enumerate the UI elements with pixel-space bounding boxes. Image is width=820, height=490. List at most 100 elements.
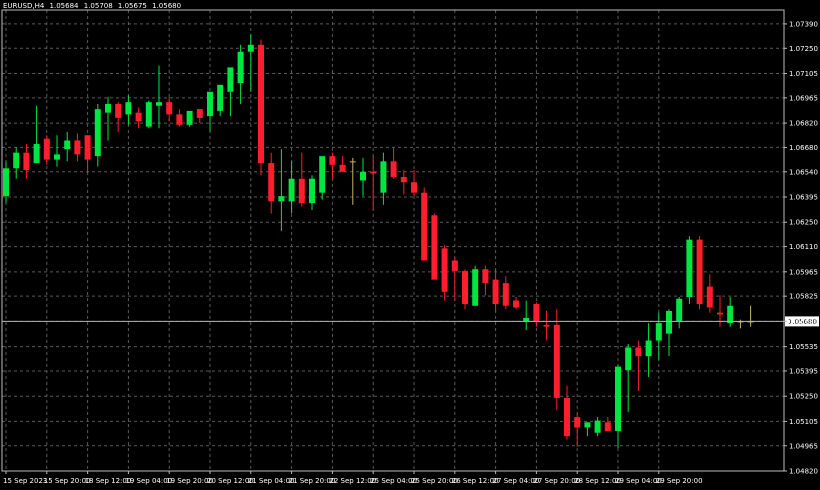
candle-body — [156, 102, 162, 106]
candle-body — [686, 239, 693, 298]
y-tick-label: 1.07250 — [789, 45, 818, 53]
candle-body — [625, 347, 632, 371]
y-tick-label: 1.05535 — [789, 343, 818, 351]
x-tick-label: 21 Sep 20:00 — [289, 477, 336, 485]
candle-body — [523, 317, 530, 322]
candle-body — [380, 161, 387, 193]
candle-body — [268, 163, 275, 202]
candle-body — [74, 140, 81, 155]
y-tick-label: 1.07105 — [789, 70, 818, 78]
open-value: 1.05684 — [49, 2, 79, 10]
candle-body — [115, 103, 122, 118]
x-tick-label: 20 Sep 12:00 — [207, 477, 254, 485]
x-tick-label: 26 Sep 12:00 — [452, 477, 499, 485]
x-tick-label: 25 Sep 20:00 — [411, 477, 458, 485]
candle-body — [360, 171, 366, 181]
candle-body — [462, 270, 468, 304]
candle-body — [64, 140, 71, 150]
candle-body — [543, 324, 550, 327]
candle-body — [482, 269, 489, 284]
candle-body — [390, 161, 397, 178]
candle-body — [43, 138, 50, 160]
symbol-header: EURUSD,H4 1.05684 1.05708 1.05675 1.0568… — [3, 2, 184, 10]
x-tick-label: 27 Sep 20:00 — [533, 477, 580, 485]
y-tick-label: 1.06110 — [789, 243, 818, 251]
candle-body — [717, 312, 723, 315]
candle-body — [451, 260, 458, 271]
candle-body — [411, 182, 417, 193]
candle-body — [502, 283, 509, 306]
candle-body — [584, 422, 591, 428]
candle-body — [94, 109, 101, 157]
candle — [421, 187, 428, 261]
x-tick-label: 18 Sep 12:00 — [85, 477, 132, 485]
candle-body — [309, 178, 315, 204]
candle-body — [349, 161, 356, 163]
candle-body — [533, 303, 540, 322]
y-tick-label: 1.05105 — [789, 418, 818, 426]
candle — [472, 265, 479, 306]
y-tick-label: 1.07390 — [789, 20, 818, 28]
candle-body — [441, 248, 448, 292]
candle — [696, 236, 703, 310]
candle-body — [676, 298, 683, 322]
candle-body — [186, 110, 193, 125]
x-tick-label: 21 Sep 04:00 — [248, 477, 295, 485]
y-tick-label: 1.05680 — [789, 318, 818, 326]
y-tick-label: 1.06395 — [789, 194, 818, 202]
candle-body — [247, 44, 254, 52]
x-tick-label: 28 Sep 12:00 — [574, 477, 621, 485]
candle-body — [145, 102, 152, 127]
x-tick-label: 29 Sep 20:00 — [656, 477, 703, 485]
candle-body — [696, 239, 703, 304]
candle-body — [666, 310, 672, 334]
candle-body — [492, 279, 499, 304]
candle-body — [431, 215, 438, 280]
y-tick-label: 1.04965 — [789, 442, 818, 450]
candle-body — [635, 347, 642, 357]
y-tick-label: 1.05825 — [789, 293, 818, 301]
candle-body — [196, 109, 203, 118]
candle — [431, 213, 438, 280]
candle-body — [615, 366, 621, 431]
candle-body — [513, 300, 519, 308]
candle-body — [472, 269, 479, 306]
candle — [145, 100, 152, 129]
candle-body — [207, 91, 213, 117]
candle-body — [217, 84, 224, 111]
high-value: 1.05708 — [83, 2, 113, 10]
candle — [462, 269, 468, 310]
x-tick-label: 19 Sep 20:00 — [166, 477, 213, 485]
y-tick-label: 1.04820 — [789, 468, 818, 476]
candle-body — [166, 102, 173, 115]
x-tick-label: 15 Sep 2023 — [3, 477, 47, 485]
x-tick-label: 22 Sep 12:00 — [329, 477, 376, 485]
candle-body — [727, 305, 734, 324]
candle-body — [564, 397, 570, 437]
candle-body — [574, 417, 581, 428]
low-value: 1.05675 — [117, 2, 147, 10]
symbol-name: EURUSD,H4 — [3, 2, 45, 10]
y-tick-label: 1.06680 — [789, 144, 818, 152]
x-tick-label: 15 Sep 20:00 — [44, 477, 91, 485]
x-tick-label: 29 Sep 04:00 — [615, 477, 662, 485]
y-tick-label: 1.06250 — [789, 219, 818, 227]
x-tick-label: 27 Sep 04:00 — [493, 477, 540, 485]
candle-body — [125, 102, 132, 115]
candle — [186, 110, 193, 127]
candle-body — [329, 156, 336, 165]
candle-body — [706, 286, 713, 308]
y-tick-label: 1.05395 — [789, 367, 818, 375]
candle-body — [288, 178, 295, 202]
x-tick-label: 25 Sep 04:00 — [370, 477, 417, 485]
candle-body — [421, 192, 428, 261]
candle-body — [645, 340, 652, 357]
close-value: 1.05680 — [152, 2, 182, 10]
candle-body — [298, 178, 305, 204]
candle — [686, 236, 693, 304]
candle-body — [655, 323, 662, 341]
candle-body — [319, 156, 326, 193]
candle-body — [400, 177, 407, 183]
candle-body — [13, 152, 20, 169]
y-tick-label: 1.05965 — [789, 268, 818, 276]
